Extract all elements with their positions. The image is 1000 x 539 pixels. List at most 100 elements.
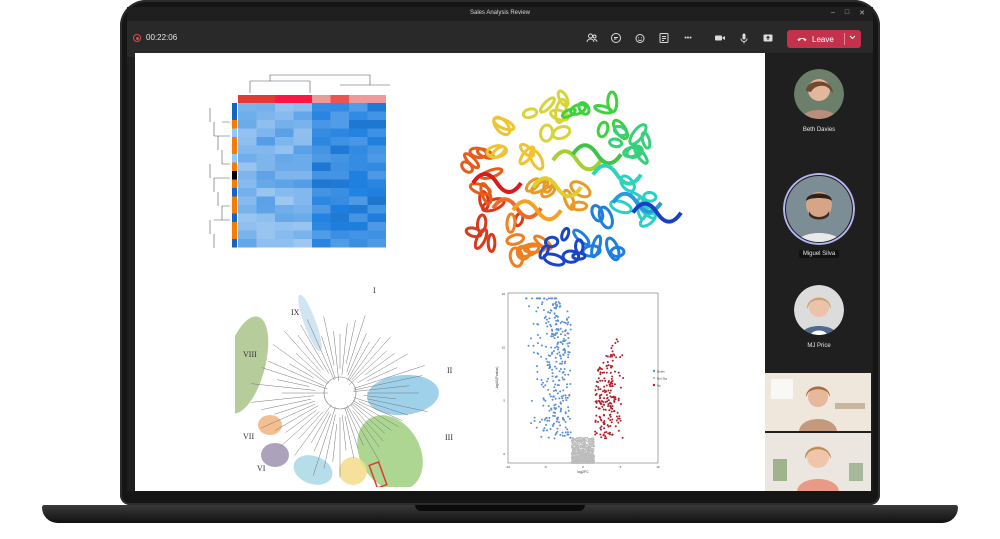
point-down [558, 370, 561, 373]
point-not-sig [585, 439, 588, 442]
point-down [545, 298, 548, 301]
participant-tile[interactable]: Beth Davies [765, 69, 873, 133]
x-tick-label: -5 [544, 465, 547, 469]
reactions-icon[interactable] [633, 31, 647, 45]
point-down [564, 431, 567, 434]
point-down [537, 352, 540, 355]
point-down [559, 402, 562, 405]
more-icon[interactable]: ••• [681, 31, 695, 45]
x-tick-label: 5 [620, 465, 622, 469]
heatmap-cell [275, 230, 294, 239]
heatmap-cell [293, 120, 312, 129]
maximize-button[interactable]: □ [845, 9, 849, 17]
point-not-sig [593, 455, 595, 458]
point-up [598, 415, 601, 418]
point-up [605, 431, 608, 434]
point-up [601, 371, 604, 374]
point-down [548, 416, 551, 419]
heatmap-cell [349, 128, 368, 137]
point-down [548, 317, 551, 320]
point-down [549, 297, 552, 300]
heatmap-cell [275, 239, 294, 248]
point-down [544, 399, 547, 402]
share-icon[interactable] [761, 31, 775, 45]
point-down [546, 364, 549, 367]
point-down [561, 330, 564, 333]
minimize-button[interactable]: – [831, 9, 835, 17]
point-down [567, 345, 570, 348]
point-up [612, 353, 615, 356]
point-up [607, 399, 610, 402]
point-down [546, 429, 549, 432]
legend-label: Up [657, 384, 661, 388]
point-up [603, 423, 606, 426]
point-down [566, 342, 569, 345]
point-down [556, 332, 559, 335]
point-down [551, 372, 554, 375]
notes-icon[interactable] [657, 31, 671, 45]
heatmap-cell [330, 145, 349, 154]
legend-label: Not Sig [657, 377, 667, 381]
point-not-sig [571, 448, 574, 451]
point-down [548, 393, 551, 396]
point-up [605, 364, 608, 367]
chevron-down-icon[interactable] [849, 34, 856, 43]
point-up [611, 405, 614, 408]
tree-branch [321, 336, 336, 379]
point-down [557, 405, 560, 408]
heatmap-cell [293, 128, 312, 137]
point-not-sig [592, 438, 594, 441]
heatmap-cell [349, 205, 368, 214]
chat-icon[interactable] [609, 31, 623, 45]
point-not-sig [585, 444, 588, 447]
point-down [552, 380, 555, 383]
point-down [540, 435, 543, 438]
point-up [607, 403, 610, 406]
heatmap-cell [293, 213, 312, 222]
point-down [553, 437, 556, 440]
heatmap-cell [275, 222, 294, 231]
point-down [556, 315, 559, 318]
heatmap-cell [330, 188, 349, 197]
point-down [557, 379, 560, 382]
point-up [603, 427, 606, 430]
mic-icon[interactable] [737, 31, 751, 45]
point-down [535, 310, 538, 313]
point-down [569, 382, 572, 385]
point-up [604, 391, 607, 394]
camera-icon[interactable] [713, 31, 727, 45]
row-marker [232, 145, 237, 154]
participant-tile[interactable]: MJ Price [765, 285, 873, 349]
leave-button[interactable]: Leave [787, 30, 861, 48]
people-icon[interactable] [585, 31, 599, 45]
point-not-sig [589, 450, 591, 453]
point-not-sig [584, 456, 587, 459]
point-down [555, 360, 558, 363]
point-down [547, 297, 550, 300]
heatmap-cell [349, 222, 368, 231]
heatmap-header-cell [293, 95, 312, 103]
point-down [549, 323, 552, 326]
leave-label: Leave [812, 34, 834, 44]
point-not-sig [580, 449, 583, 451]
point-down [546, 380, 549, 383]
point-down [556, 352, 559, 355]
participant-video[interactable] [765, 373, 871, 431]
strand [551, 149, 603, 172]
point-down [567, 316, 570, 319]
participant-tile-active[interactable]: Miguel Silva [765, 173, 873, 258]
point-down [554, 397, 557, 400]
point-up [618, 374, 621, 377]
close-button[interactable]: ✕ [859, 9, 865, 17]
point-up [601, 379, 604, 382]
y-tick-label: 15 [502, 292, 506, 296]
heatmap-cell [275, 196, 294, 205]
heatmap-cell [256, 196, 275, 205]
point-up [606, 397, 609, 400]
heatmap-cell [312, 188, 331, 197]
row-marker [232, 128, 237, 137]
heatmap-cell [312, 230, 331, 239]
participant-video[interactable] [765, 433, 871, 491]
point-down [547, 404, 550, 407]
dendrogram-branch [209, 108, 211, 122]
